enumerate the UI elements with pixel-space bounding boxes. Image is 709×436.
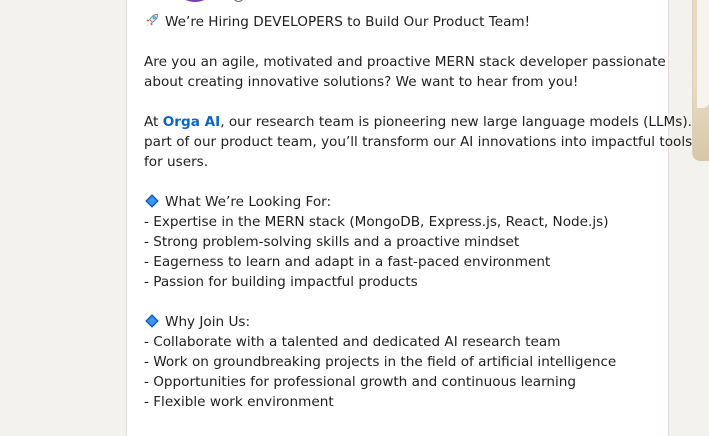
post-meta: 1d • (205, 0, 245, 2)
post-time: 1d (205, 0, 220, 2)
list-item: - Flexible work environment (144, 394, 334, 410)
list-item: - Opportunities for professional growth … (144, 374, 577, 390)
globe-icon (233, 0, 245, 2)
diamond-icon (144, 312, 160, 332)
looking-for-heading: What We’re Looking For: (144, 192, 654, 212)
headline-line: We’re Hiring DEVELOPERS to Build Our Pro… (144, 12, 654, 32)
intro-line-1: Are you an agile, motivated and proactiv… (144, 54, 666, 70)
ad-image-highlight (697, 0, 709, 108)
org-line-1-rest: , our research team is pioneering new la… (220, 114, 709, 130)
diamond-icon (144, 192, 160, 212)
org-line-1: At Orga AI, our research team is pioneer… (144, 112, 709, 132)
list-item: - Passion for building impactful product… (144, 274, 418, 290)
company-link[interactable]: Orga AI (163, 114, 220, 130)
list-item: - Work on groundbreaking projects in the… (144, 354, 617, 370)
post-headline: We’re Hiring DEVELOPERS to Build Our Pro… (165, 14, 531, 30)
meta-separator: • (223, 0, 230, 2)
list-item: - Strong problem-solving skills and a pr… (144, 234, 520, 250)
org-line-3: for users. (144, 154, 209, 170)
list-item: - Collaborate with a talented and dedica… (144, 334, 561, 350)
rocket-icon (144, 12, 160, 32)
why-join-heading: Why Join Us: (144, 312, 654, 332)
post-body: We’re Hiring DEVELOPERS to Build Our Pro… (144, 12, 709, 412)
list-item: - Eagerness to learn and adapt in a fast… (144, 254, 551, 270)
sidebar-ad-image[interactable] (692, 0, 709, 161)
list-item: - Expertise in the MERN stack (MongoDB, … (144, 214, 609, 230)
post-card: 1d • We’re Hiring DEVELOPERS to Build Ou… (126, 0, 709, 436)
intro-line-2: about creating innovative solutions? We … (144, 74, 579, 90)
org-prefix: At (144, 114, 163, 130)
why-join-title: Why Join Us: (165, 314, 251, 330)
org-line-2: part of our product team, you’ll transfo… (144, 134, 693, 150)
looking-for-title: What We’re Looking For: (165, 194, 332, 210)
